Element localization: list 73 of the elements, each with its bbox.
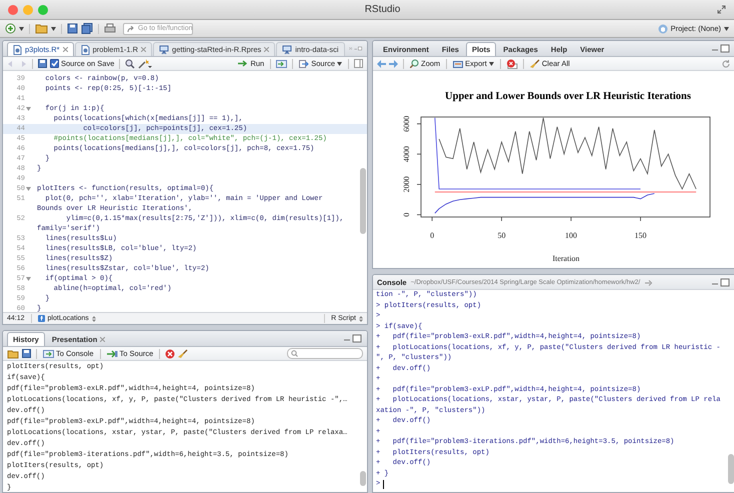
document-icon <box>80 44 90 54</box>
save-all-icon[interactable] <box>81 23 93 34</box>
caret-icon[interactable] <box>51 26 56 30</box>
close-icon[interactable] <box>141 47 146 52</box>
minimize-maximize-icon[interactable] <box>343 334 363 343</box>
refresh-icon[interactable] <box>721 58 731 68</box>
search-icon <box>291 350 298 357</box>
x-tick-label: 100 <box>565 231 578 240</box>
close-icon[interactable] <box>100 337 106 342</box>
y-tick <box>416 123 422 124</box>
console-icon <box>43 350 54 358</box>
chart-title: Upper and Lower Bounds over LR Heuristic Iterations <box>445 91 691 102</box>
function-icon <box>38 315 45 322</box>
updown-icon[interactable] <box>359 316 363 322</box>
magnifier-icon <box>410 59 419 68</box>
fold-icon[interactable] <box>26 277 31 281</box>
check-icon <box>51 60 58 67</box>
x-tick <box>501 216 502 222</box>
y-tick <box>416 214 422 216</box>
close-button[interactable] <box>8 4 18 14</box>
x-tick <box>640 216 641 222</box>
arrow-icon <box>127 26 135 32</box>
save-icon[interactable] <box>38 59 47 68</box>
x-axis-label: Iteration <box>552 254 580 263</box>
forward-icon[interactable] <box>389 60 398 68</box>
save-icon[interactable] <box>67 23 78 34</box>
y-tick-label: 6000 <box>402 116 411 132</box>
y-tick <box>416 154 422 155</box>
broom-icon <box>530 58 540 68</box>
broom-icon[interactable] <box>178 348 188 358</box>
caret-icon <box>337 62 342 66</box>
outline-icon[interactable] <box>354 59 363 68</box>
y-tick <box>416 184 422 185</box>
rerun-icon[interactable] <box>276 60 288 68</box>
window-title: RStudio <box>364 4 402 15</box>
minimize-maximize-icon[interactable] <box>354 44 363 53</box>
x-tick-label: 50 <box>498 231 506 240</box>
y-tick-label: 0 <box>402 212 411 217</box>
easel-icon <box>282 44 292 54</box>
fullscreen-icon[interactable] <box>717 5 726 14</box>
document-icon <box>13 44 22 54</box>
minimize-maximize-icon[interactable] <box>711 44 731 53</box>
image-icon <box>453 60 464 68</box>
caret-icon <box>488 62 494 66</box>
easel-icon <box>159 44 170 54</box>
zoom-button[interactable] <box>38 4 48 14</box>
source-icon <box>299 60 310 68</box>
delete-icon[interactable] <box>165 348 176 358</box>
wand-icon[interactable] <box>138 58 152 68</box>
x-tick <box>570 216 572 222</box>
caret-icon[interactable] <box>724 26 729 30</box>
new-file-icon[interactable] <box>5 23 16 34</box>
search-icon[interactable] <box>125 58 136 68</box>
print-icon[interactable] <box>104 23 116 34</box>
back-icon[interactable] <box>377 60 386 68</box>
y-tick-label: 4000 <box>402 146 411 162</box>
save-icon[interactable] <box>22 349 31 358</box>
caret-icon[interactable] <box>19 26 24 30</box>
arrow-icon[interactable] <box>644 278 654 286</box>
close-icon[interactable] <box>62 47 68 52</box>
x-tick-label: 0 <box>430 231 434 240</box>
close-icon[interactable] <box>264 47 270 52</box>
arrow-icon <box>238 60 248 67</box>
minimize-maximize-icon[interactable] <box>711 278 731 286</box>
fold-icon[interactable] <box>26 187 31 191</box>
arrow-icon <box>106 350 118 358</box>
fold-icon[interactable] <box>26 107 31 111</box>
x-tick-label: 150 <box>634 231 647 240</box>
y-tick-label: 2000 <box>402 176 411 192</box>
delete-plot-icon[interactable] <box>506 58 518 68</box>
x-tick <box>432 216 433 222</box>
updown-icon[interactable] <box>92 316 96 322</box>
search-field[interactable] <box>287 348 363 359</box>
